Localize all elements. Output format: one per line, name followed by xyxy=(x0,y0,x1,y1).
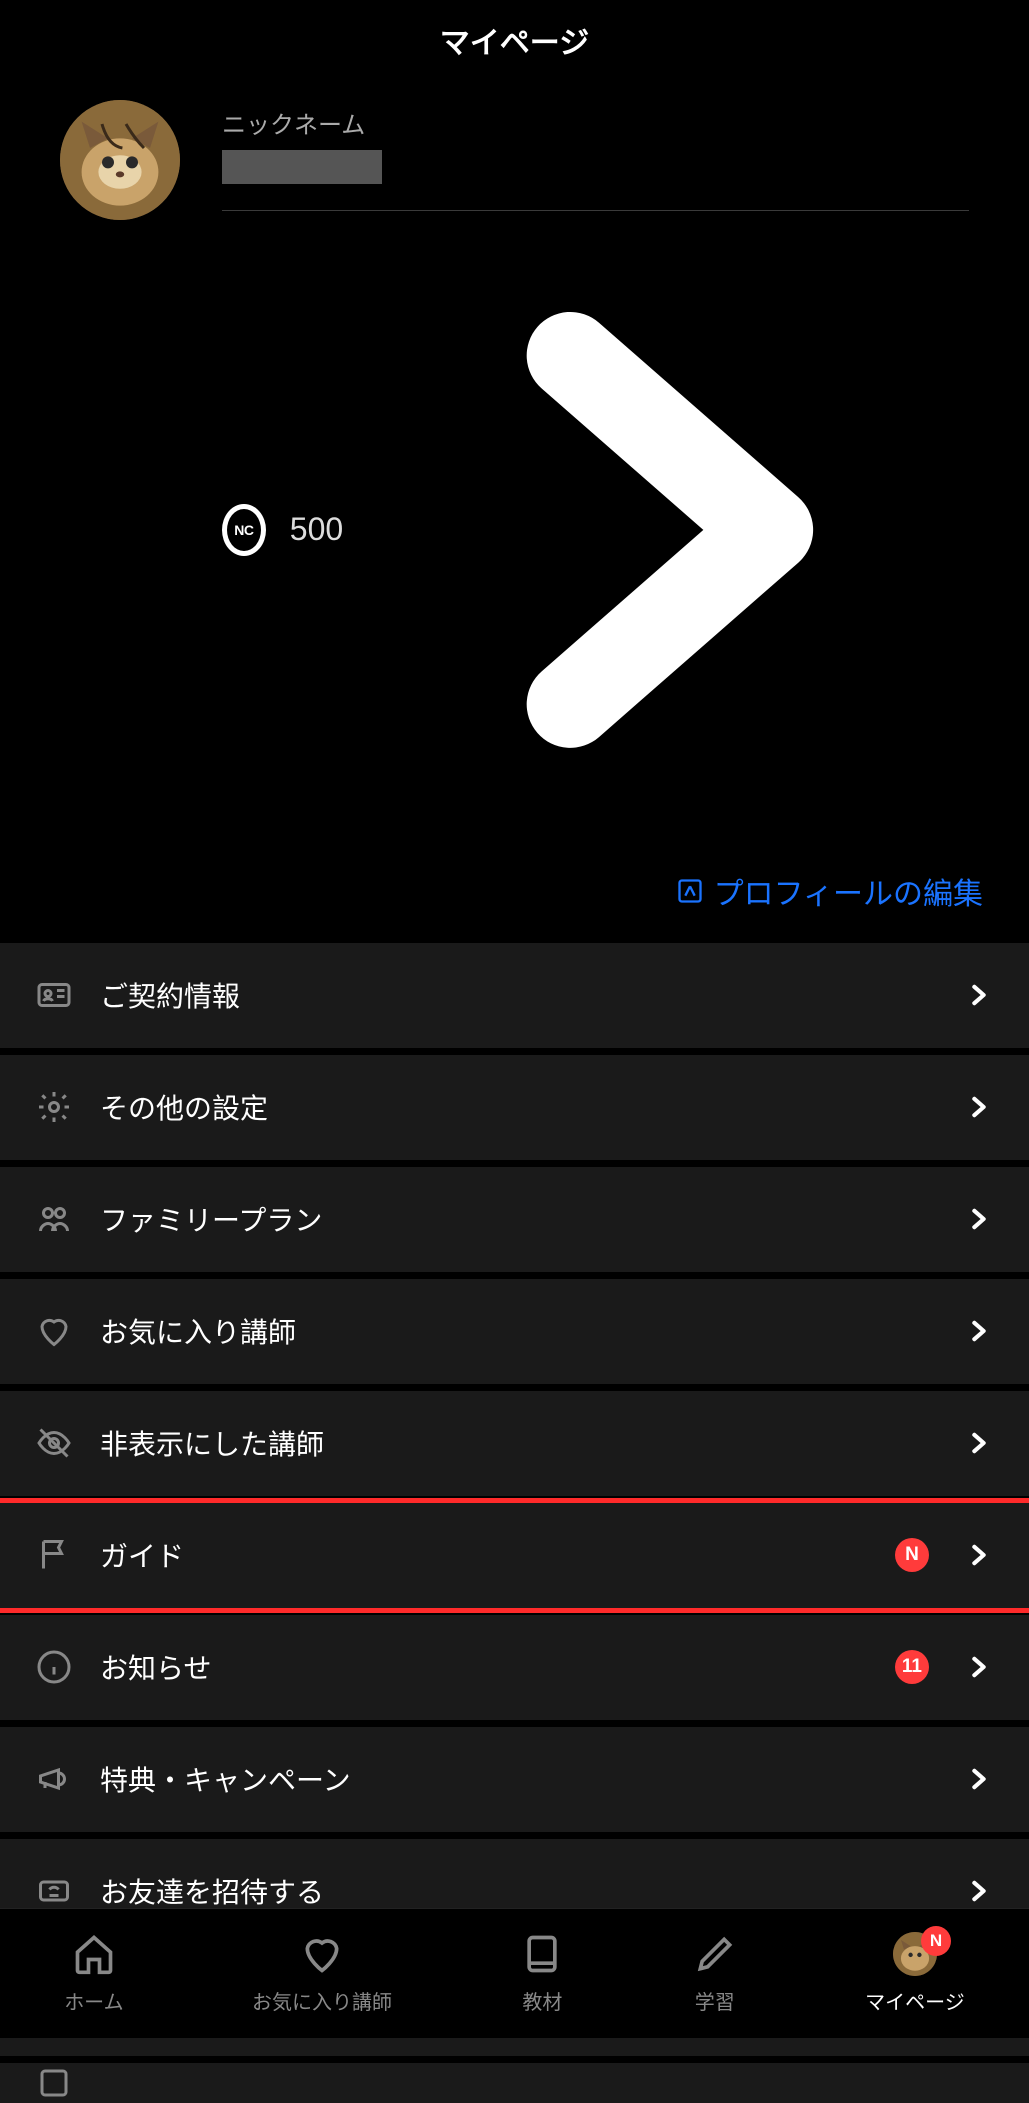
menu-item-label: ガイド xyxy=(100,1535,867,1575)
bottom-nav: ホーム お気に入り講師 教材 学習 N マイページ xyxy=(0,1908,1029,2038)
chevron-right-icon xyxy=(965,1877,993,1905)
menu-item-hidden[interactable]: 非表示にした講師 xyxy=(0,1391,1029,1496)
nav-home[interactable]: ホーム xyxy=(64,1932,123,2015)
edit-profile-label: プロフィールの編集 xyxy=(714,869,983,913)
generic-icon xyxy=(36,2065,72,2101)
menu-item-label: ご契約情報 xyxy=(100,975,937,1015)
chevron-right-icon xyxy=(965,981,993,1009)
chevron-right-icon xyxy=(965,1653,993,1681)
chevron-right-icon xyxy=(965,1429,993,1457)
menu-item-family[interactable]: ファミリープラン xyxy=(0,1167,1029,1272)
edit-icon xyxy=(676,877,704,905)
coin-row[interactable]: NC 500 xyxy=(222,231,969,829)
menu-item-campaign[interactable]: 特典・キャンペーン xyxy=(0,1727,1029,1832)
nav-materials[interactable]: 教材 xyxy=(520,1932,564,2015)
edit-profile-link[interactable]: プロフィールの編集 xyxy=(676,869,983,913)
edit-profile-link-container: プロフィールの編集 xyxy=(0,829,1029,943)
nickname-value xyxy=(222,150,382,184)
chevron-right-icon xyxy=(965,1317,993,1345)
heart-icon xyxy=(300,1932,344,1976)
megaphone-icon xyxy=(36,1761,72,1797)
coin-value: 500 xyxy=(290,511,343,548)
users-icon xyxy=(36,1201,72,1237)
avatar-image xyxy=(60,100,180,220)
home-icon xyxy=(72,1932,116,1976)
pencil-icon xyxy=(693,1932,737,1976)
menu-item-notifications[interactable]: お知らせ 11 xyxy=(0,1615,1029,1720)
menu-item-label: お気に入り講師 xyxy=(100,1311,937,1351)
menu-item-settings[interactable]: その他の設定 xyxy=(0,1055,1029,1160)
nav-mypage[interactable]: N マイページ xyxy=(865,1932,965,2015)
nav-label: ホーム xyxy=(64,1986,123,2015)
menu-item-label: 非表示にした講師 xyxy=(100,1423,937,1463)
nav-label: マイページ xyxy=(865,1986,965,2015)
nav-study[interactable]: 学習 xyxy=(693,1932,737,2015)
ticket-icon xyxy=(36,1873,72,1909)
gear-icon xyxy=(36,1089,72,1125)
menu-item-label: お知らせ xyxy=(100,1647,867,1687)
nav-avatar: N xyxy=(893,1932,937,1976)
nav-badge: N xyxy=(921,1926,951,1956)
book-icon xyxy=(520,1932,564,1976)
info-icon xyxy=(36,1649,72,1685)
chevron-right-icon xyxy=(371,231,969,829)
nav-favorites[interactable]: お気に入り講師 xyxy=(252,1932,392,2015)
profile-section: ニックネーム NC 500 xyxy=(0,80,1029,829)
chevron-right-icon xyxy=(965,1093,993,1121)
nav-label: 学習 xyxy=(695,1986,735,2015)
menu-item-favorites[interactable]: お気に入り講師 xyxy=(0,1279,1029,1384)
menu-item-label: 特典・キャンペーン xyxy=(100,1759,937,1799)
menu-item-guide[interactable]: ガイド N xyxy=(0,1503,1029,1608)
chevron-right-icon xyxy=(965,1541,993,1569)
eye-off-icon xyxy=(36,1425,72,1461)
profile-divider xyxy=(222,210,969,211)
new-badge: N xyxy=(895,1538,929,1572)
heart-icon xyxy=(36,1313,72,1349)
chevron-right-icon xyxy=(965,1205,993,1233)
nav-label: お気に入り講師 xyxy=(252,1986,392,2015)
menu-item-contract[interactable]: ご契約情報 xyxy=(0,943,1029,1048)
nickname-label: ニックネーム xyxy=(222,105,969,140)
menu-item-label: その他の設定 xyxy=(100,1087,937,1127)
coin-icon: NC xyxy=(222,504,266,556)
menu-item-label: ファミリープラン xyxy=(100,1199,937,1239)
profile-info: ニックネーム NC 500 xyxy=(222,100,969,829)
nav-label: 教材 xyxy=(522,1986,562,2015)
count-badge: 11 xyxy=(895,1650,929,1684)
id-card-icon xyxy=(36,977,72,1013)
page-title: マイページ xyxy=(0,0,1029,80)
chevron-right-icon xyxy=(965,1765,993,1793)
avatar[interactable] xyxy=(60,100,180,220)
flag-icon xyxy=(36,1537,72,1573)
menu-item-label: お友達を招待する xyxy=(100,1871,937,1911)
menu-item-partial[interactable] xyxy=(0,2063,1029,2103)
